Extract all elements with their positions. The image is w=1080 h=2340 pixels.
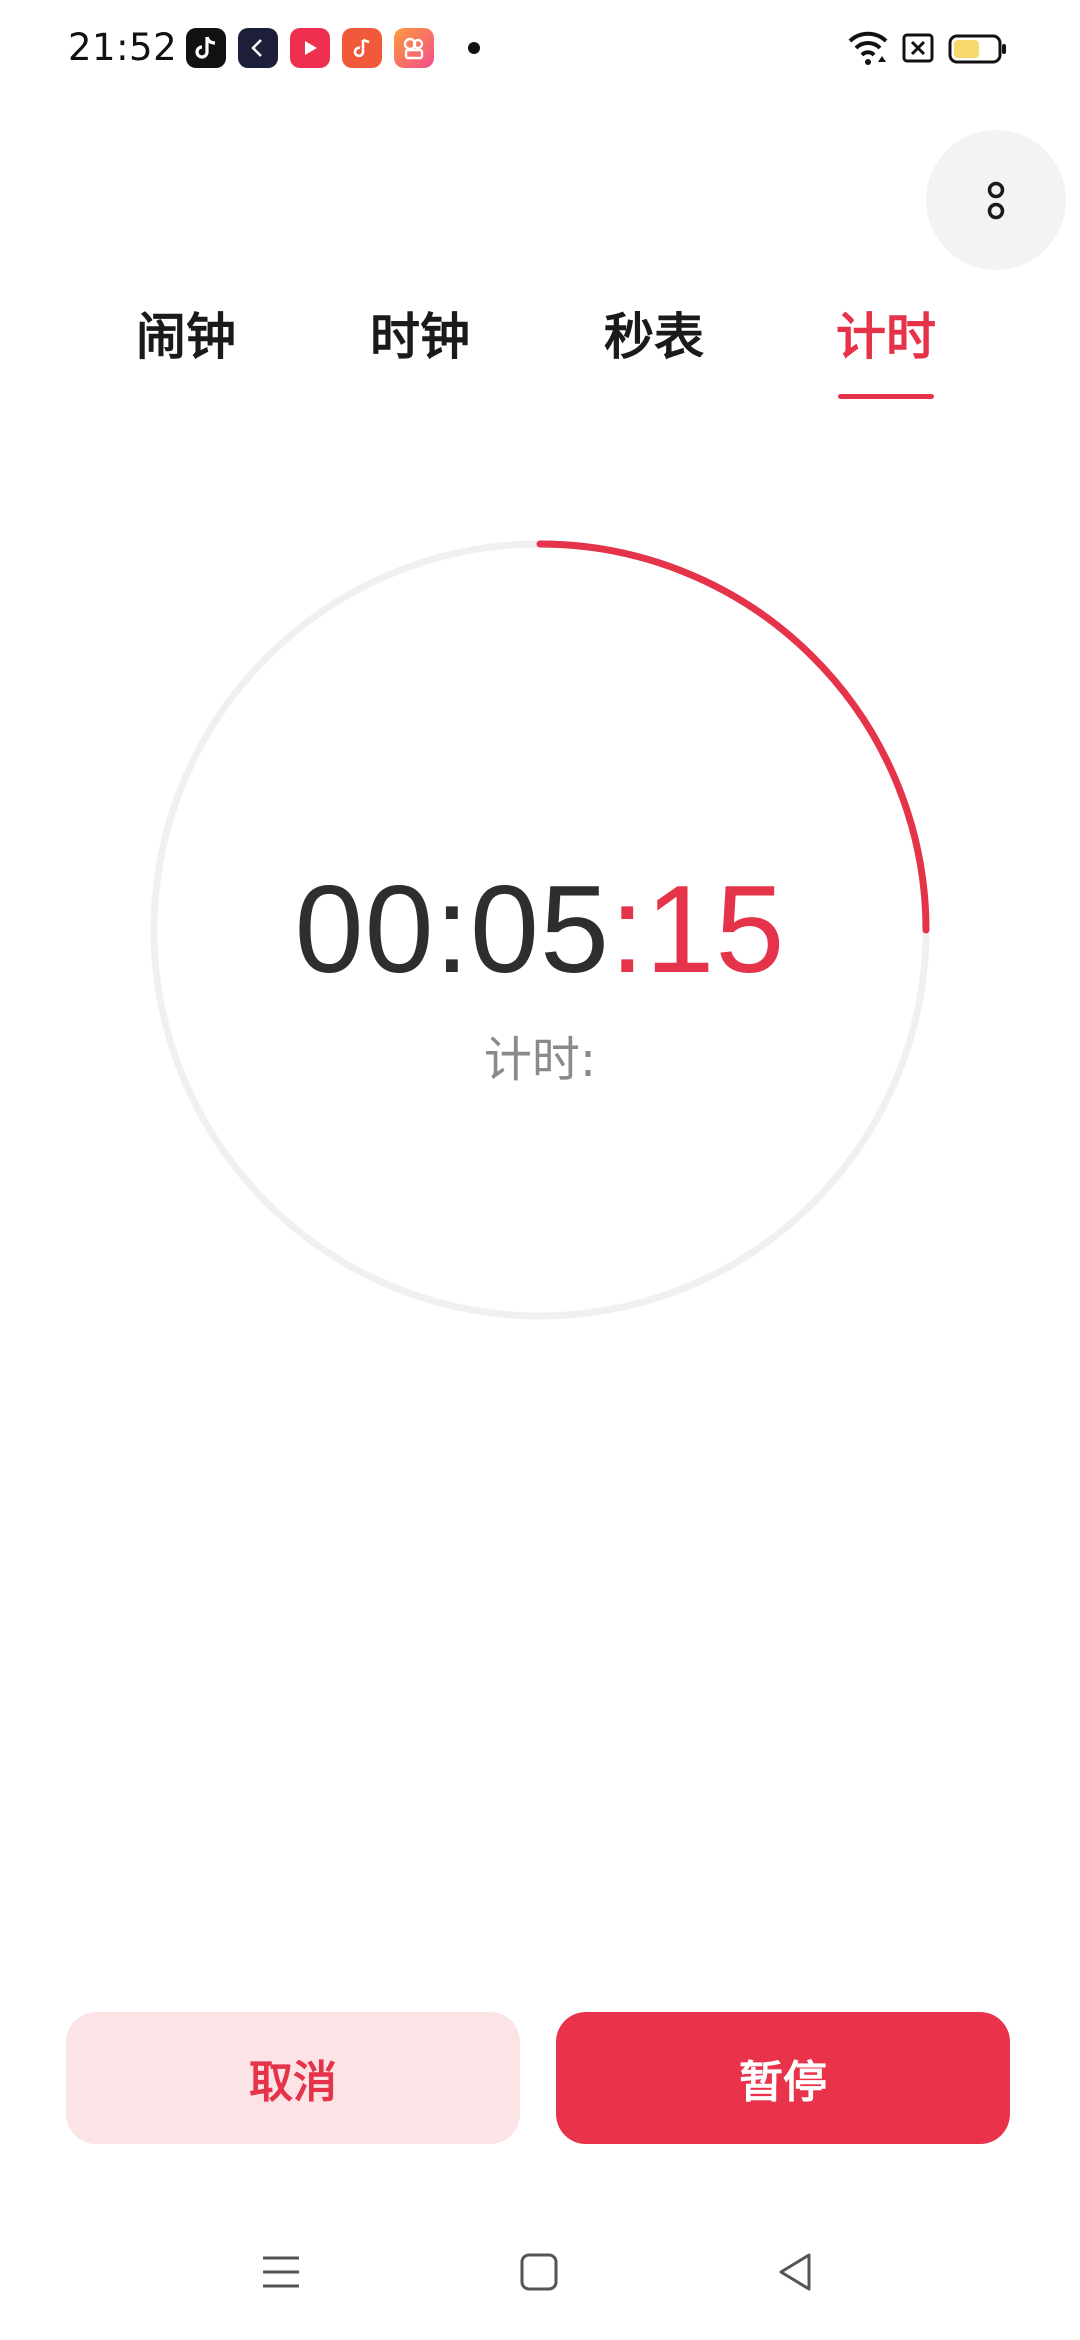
back-app-icon	[238, 28, 278, 68]
music-icon	[342, 28, 382, 68]
notification-dot	[468, 42, 480, 54]
menu-icon[interactable]	[241, 2232, 321, 2312]
pause-button[interactable]: 暂停	[556, 2012, 1010, 2144]
timer-readout: 00:05:15	[140, 860, 940, 1000]
sim-disabled-icon	[900, 26, 936, 70]
tab-timer[interactable]: 计时	[786, 302, 986, 372]
timer-caption: 计时:	[483, 1032, 597, 1088]
tab-stopwatch[interactable]: 秒表	[554, 302, 754, 372]
status-time: 21:52	[68, 26, 178, 69]
more-vertical-icon	[987, 181, 1005, 220]
home-icon[interactable]	[499, 2232, 579, 2312]
back-icon[interactable]	[755, 2232, 835, 2312]
timer-hours-minutes: 00:05	[294, 861, 610, 999]
tab-clock[interactable]: 时钟	[320, 302, 520, 372]
tab-alarm[interactable]: 闹钟	[86, 302, 286, 372]
video-play-icon	[290, 28, 330, 68]
active-tab-indicator	[838, 394, 934, 399]
battery-icon	[948, 26, 1008, 70]
cancel-button[interactable]: 取消	[66, 2012, 520, 2144]
more-options-button[interactable]	[926, 130, 1066, 270]
camera-app-icon	[394, 28, 434, 68]
status-bar: 21:52	[0, 0, 1080, 96]
timer-seconds: :15	[609, 861, 786, 999]
tiktok-icon	[186, 28, 226, 68]
wifi-icon	[846, 26, 890, 70]
